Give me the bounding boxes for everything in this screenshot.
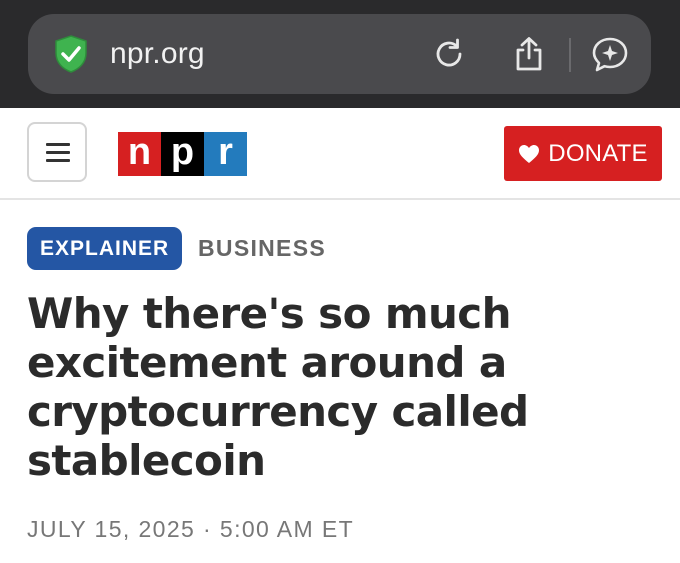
reload-icon[interactable] [430, 35, 468, 73]
logo-letter-p: p [161, 132, 204, 176]
donate-label: DONATE [548, 139, 648, 167]
shield-check-icon [55, 35, 87, 73]
article-headline: Why there's so much excitement around a … [27, 289, 529, 485]
url-text[interactable]: npr.org [110, 36, 205, 72]
heart-icon [519, 144, 540, 163]
donate-button[interactable]: DONATE [504, 126, 662, 181]
browser-chrome: npr.org [0, 0, 680, 108]
hamburger-menu-icon[interactable] [27, 122, 87, 182]
npr-logo[interactable]: n p r [118, 132, 247, 176]
explainer-tag[interactable]: EXPLAINER [27, 227, 183, 270]
site-header: n p r DONATE [0, 108, 680, 200]
address-bar[interactable]: npr.org [28, 14, 651, 94]
share-icon[interactable] [510, 35, 548, 73]
section-link[interactable]: BUSINESS [198, 233, 326, 263]
logo-letter-n: n [118, 132, 161, 176]
logo-letter-r: r [204, 132, 247, 176]
sparkle-chat-icon[interactable] [591, 35, 629, 73]
toolbar-divider [569, 38, 571, 72]
article-dateline: JULY 15, 2025 · 5:00 AM ET [27, 516, 355, 542]
